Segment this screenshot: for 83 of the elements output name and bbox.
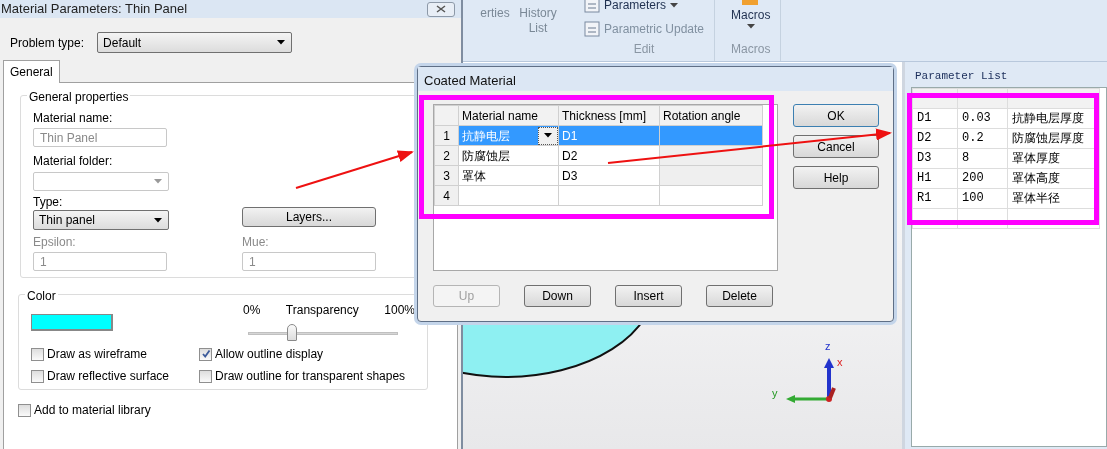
checkbox-label: Draw reflective surface [47, 368, 170, 385]
table-cell: 抗静电层厚度 [1007, 108, 1100, 128]
table-cell: 罩体半径 [1007, 188, 1100, 208]
table-cell: 防腐蚀层 [458, 145, 559, 166]
field-label: Material name: [33, 110, 114, 126]
slider-thumb[interactable] [286, 324, 297, 341]
checkbox-label: Allow outline display [215, 346, 324, 363]
table-cell: 0.2 [957, 128, 1008, 148]
checkbox[interactable] [31, 369, 44, 383]
window-title: Coated Material [418, 67, 893, 91]
checkbox[interactable] [18, 403, 31, 417]
checkbox-label: Draw outline for transparent shapes [215, 368, 406, 385]
table-row[interactable]: 4 [434, 185, 763, 206]
table-cell: D2 [912, 128, 958, 148]
checkbox[interactable] [199, 369, 212, 383]
field-label: Problem type: [10, 34, 85, 52]
caret-icon [544, 133, 552, 138]
dialog-button[interactable]: Help [793, 166, 879, 189]
dialog-button[interactable]: Insert [615, 285, 682, 307]
field-label: Type: [33, 194, 64, 210]
panel-title: Parameter List [914, 69, 1009, 84]
column-header[interactable]: Thickness [mm] [558, 105, 660, 126]
row-number: 1 [434, 125, 459, 146]
table-cell: H1 [912, 168, 958, 188]
field-label: Mue: [242, 234, 270, 250]
layers-button[interactable]: Layers... [242, 207, 376, 227]
table-cell: 罩体厚度 [1007, 148, 1100, 168]
color-swatch[interactable] [31, 314, 113, 331]
table-row[interactable]: 1 抗静电层 D1 [434, 125, 763, 146]
dropdown[interactable] [33, 172, 169, 191]
tab[interactable]: General [3, 60, 60, 83]
caret-icon [746, 24, 755, 29]
axis-label: z [825, 341, 831, 352]
dialog-button[interactable]: Delete [706, 285, 773, 307]
slider-label: 100% [384, 302, 415, 319]
dropdown-button[interactable] [538, 126, 558, 145]
table-cell: 防腐蚀层厚度 [1007, 128, 1100, 148]
dropdown[interactable]: Default [97, 32, 293, 53]
axis-label: x [837, 357, 843, 368]
group-label: Edit [633, 41, 655, 58]
ribbon-button[interactable]: Macros [731, 6, 771, 24]
table-cell: 100 [957, 188, 1008, 208]
close-button[interactable] [427, 1, 455, 17]
group-label: Macros [731, 41, 771, 58]
table-cell: D2 [558, 145, 660, 166]
table-cell: 罩体 [458, 165, 559, 186]
row-number: 4 [434, 185, 459, 206]
dialog-button[interactable]: OK [793, 104, 879, 127]
field-label: Epsilon: [33, 234, 77, 250]
table-cell: 200 [957, 168, 1008, 188]
close-icon [436, 5, 446, 13]
caret-icon [154, 179, 162, 184]
table-cell: 罩体高度 [1007, 168, 1100, 188]
parameters-icon [584, 0, 600, 13]
row-number: 2 [434, 145, 459, 166]
table-row[interactable]: 2 防腐蚀层 D2 [434, 145, 763, 166]
ribbon-button[interactable]: Parameters [604, 0, 667, 14]
table-cell: D1 [912, 108, 958, 128]
window-title: Material Parameters: Thin Panel [1, 0, 188, 19]
table-cell: R1 [912, 188, 958, 208]
table-cell: D3 [558, 165, 660, 186]
dialog-button[interactable]: Cancel [793, 135, 879, 158]
checkbox-label: Add to material library [34, 402, 151, 419]
table-cell: D3 [912, 148, 958, 168]
slider-label: Transparency [285, 302, 359, 319]
checkbox-label: Draw as wireframe [47, 346, 148, 363]
update-icon [584, 21, 600, 37]
axis-label: y [772, 388, 778, 399]
checkbox[interactable] [199, 347, 212, 361]
table-cell: 0.03 [957, 108, 1008, 128]
dialog-button[interactable]: Down [524, 285, 591, 307]
dropdown[interactable]: Thin panel [33, 210, 169, 230]
checkbox[interactable] [31, 347, 44, 361]
caret-icon [670, 2, 679, 8]
row-number: 3 [434, 165, 459, 186]
table-row[interactable]: 3 罩体 D3 [434, 165, 763, 186]
caret-icon [154, 217, 162, 223]
column-header[interactable]: Rotation angle [659, 105, 763, 126]
column-header[interactable]: Material name [458, 105, 559, 126]
caret-icon [277, 40, 286, 45]
field-label: Material folder: [33, 153, 114, 169]
table-cell: 8 [957, 148, 1008, 168]
slider-label: 0% [243, 302, 261, 319]
